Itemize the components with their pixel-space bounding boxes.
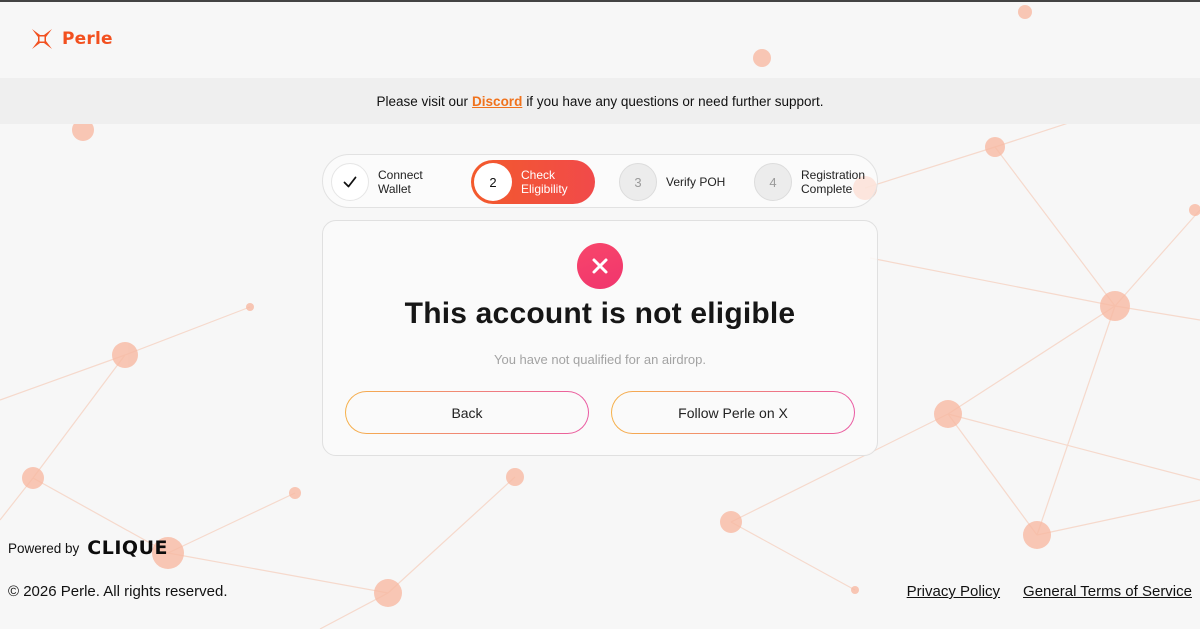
terms-of-service-link[interactable]: General Terms of Service: [1023, 583, 1192, 600]
step-number: 4: [754, 163, 792, 201]
discord-link[interactable]: Discord: [472, 94, 522, 109]
step-label: Registration Complete: [801, 168, 866, 196]
step-connect-wallet: Connect Wallet: [331, 160, 440, 204]
close-icon: [592, 258, 608, 274]
perle-logo[interactable]: Perle: [31, 28, 113, 50]
error-badge: [577, 243, 623, 289]
copyright: © 2026 Perle. All rights reserved.: [8, 583, 228, 600]
clique-logo[interactable]: CLIQUE: [87, 537, 168, 559]
step-1-circle: [331, 163, 369, 201]
notice-prefix: Please visit our: [376, 93, 469, 109]
eligibility-result-card: This account is not eligible You have no…: [322, 220, 878, 456]
back-button[interactable]: Back: [345, 391, 589, 434]
step-label: Connect Wallet: [378, 168, 423, 196]
perle-logo-icon: [32, 29, 52, 49]
step-number: 2: [474, 163, 512, 201]
step-label: Check Eligibility: [521, 168, 568, 196]
support-notice: Please visit our Discord if you have any…: [0, 78, 1200, 124]
step-registration-complete: 4 Registration Complete: [754, 160, 881, 204]
progress-stepper: Connect Wallet 2 Check Eligibility 3 Ver…: [322, 154, 878, 208]
notice-suffix: if you have any questions or need furthe…: [526, 93, 824, 109]
step-number: 3: [619, 163, 657, 201]
step-check-eligibility: 2 Check Eligibility: [471, 160, 595, 204]
brand-name: Perle: [62, 29, 113, 49]
powered-by-label: Powered by: [8, 540, 80, 556]
privacy-policy-link[interactable]: Privacy Policy: [907, 583, 1000, 600]
step-label: Verify POH: [666, 175, 726, 189]
check-icon: [343, 176, 357, 188]
footer-links: Privacy Policy General Terms of Service: [907, 583, 1192, 600]
follow-on-x-button[interactable]: Follow Perle on X: [611, 391, 855, 434]
result-title: This account is not eligible: [404, 297, 796, 330]
result-subtitle: You have not qualified for an airdrop.: [493, 352, 706, 367]
powered-by: Powered by CLIQUE: [8, 537, 168, 559]
step-verify-poh: 3 Verify POH: [619, 160, 728, 204]
